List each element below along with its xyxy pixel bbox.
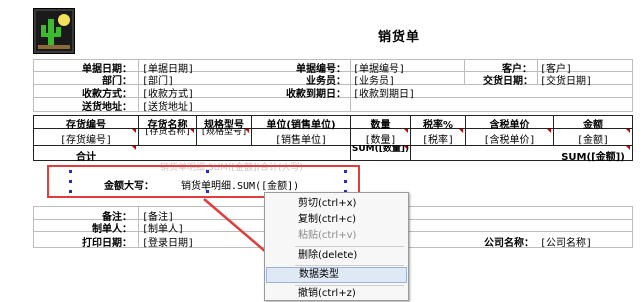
cell-spec[interactable]: [规格型号]	[197, 128, 251, 145]
selection-handle[interactable]	[206, 190, 209, 193]
selection-handle[interactable]	[69, 180, 72, 183]
amount-words-field[interactable]: 销货单明细.SUM([金额])	[181, 177, 299, 192]
cell-unit-price[interactable]: [含税单价]	[466, 131, 553, 146]
print-date-label: 打印日期：	[82, 238, 132, 249]
field-marker	[245, 129, 249, 133]
field-marker	[404, 129, 408, 133]
cell-item-name[interactable]: [存货名称]	[139, 128, 196, 145]
table-border	[632, 115, 633, 161]
col-header-quantity: 数量	[370, 120, 391, 131]
selection-handle[interactable]	[344, 170, 347, 173]
field-marker	[626, 129, 630, 133]
cell-quantity[interactable]: [数量]	[351, 131, 410, 146]
grid-line	[537, 59, 538, 85]
sum-quantity-cell[interactable]: SUM([数量])	[351, 145, 410, 160]
creator-field[interactable]: [制单人]	[142, 220, 184, 235]
field-marker	[190, 129, 194, 133]
company-name-field[interactable]: [公司名称]	[540, 234, 592, 249]
menu-item-delete[interactable]: 删除(delete)	[266, 248, 407, 264]
sum-amount-cell[interactable]: SUM([金额])	[554, 148, 632, 163]
selection-handle[interactable]	[206, 170, 209, 173]
grid-line	[33, 206, 34, 247]
menu-item-paste[interactable]: 粘贴(ctrl+v)	[266, 228, 407, 244]
grid-line	[350, 59, 351, 111]
cell-item-code[interactable]: [存货编号]	[34, 131, 138, 146]
field-marker	[459, 129, 463, 133]
cactus-logo-icon	[33, 8, 75, 54]
menu-item-cut[interactable]: 剪切(ctrl+x)	[266, 196, 407, 212]
grid-line	[138, 59, 139, 111]
menu-separator	[295, 265, 404, 266]
grid-line	[33, 59, 34, 111]
grid-line	[138, 206, 139, 247]
col-header-amount: 金额	[583, 120, 603, 131]
menu-item-data-type[interactable]: 数据类型	[266, 267, 407, 283]
creator-label: 制单人：	[92, 224, 132, 235]
menu-separator	[295, 246, 404, 247]
delivery-date-label: 交货日期：	[483, 76, 533, 87]
delivery-date-field[interactable]: [交货日期]	[540, 72, 592, 87]
cell-amount[interactable]: [金额]	[554, 131, 632, 146]
delivery-address-field[interactable]: [送货地址]	[142, 98, 194, 113]
col-header-unit-price: 含税单价	[489, 120, 530, 131]
cell-tax-rate[interactable]: [税率]	[411, 131, 465, 146]
company-name-label: 公司名称：	[484, 238, 534, 249]
menu-item-undo[interactable]: 撤销(ctrl+z)	[266, 286, 407, 302]
amount-words-label: 金额大写：	[104, 181, 154, 192]
total-label: 合计	[76, 152, 96, 163]
field-marker	[132, 129, 136, 133]
cell-unit[interactable]: [销售单位]	[252, 131, 350, 146]
selection-handle[interactable]	[344, 180, 347, 183]
grid-line	[632, 206, 633, 247]
grid-line	[632, 59, 633, 111]
report-title: 销货单	[378, 30, 421, 45]
col-header-item-code: 存货编号	[66, 120, 106, 131]
delivery-address-label: 送货地址：	[82, 102, 132, 113]
payment-due-field[interactable]: [收款到期日]	[353, 85, 415, 100]
payment-due-label: 收款到期日：	[286, 89, 346, 100]
context-menu: 剪切(ctrl+x) 复制(ctrl+c) 粘贴(ctrl+v) 删除(dele…	[264, 192, 409, 301]
col-header-unit: 单位(销售单位)	[266, 120, 336, 131]
selection-handle[interactable]	[69, 190, 72, 193]
field-marker	[547, 129, 551, 133]
selection-handle[interactable]	[69, 170, 72, 173]
col-header-tax-rate: 税率%	[422, 120, 454, 131]
print-date-field[interactable]: [登录日期]	[142, 234, 194, 249]
menu-item-copy[interactable]: 复制(ctrl+c)	[266, 212, 407, 228]
